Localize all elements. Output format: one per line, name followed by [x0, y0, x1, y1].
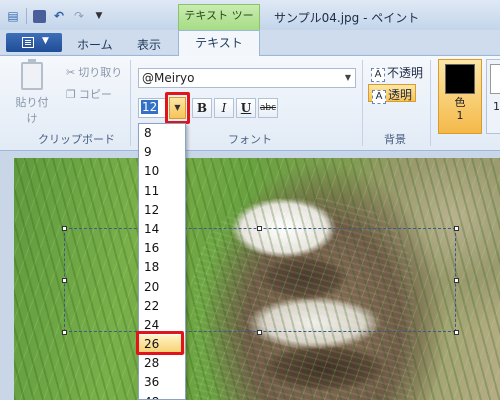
copy-label: コピー: [78, 88, 112, 101]
strikethrough-button[interactable]: abc: [258, 98, 278, 118]
font-size-option[interactable]: 9: [139, 143, 185, 162]
color-2-swatch: [490, 64, 500, 94]
font-size-option[interactable]: 12: [139, 201, 185, 220]
background-group-label: 背景: [384, 133, 406, 146]
clipboard-group-label: クリップボード: [38, 133, 115, 146]
window-title: サンプル04.jpg - ペイント: [274, 11, 420, 25]
font-family-select[interactable]: @Meiryo ▼: [138, 68, 356, 88]
opaque-label: 不透明: [387, 66, 424, 80]
transparent-background-button[interactable]: A 透明: [368, 84, 417, 104]
annotation-highlight: [165, 92, 190, 124]
chevron-down-icon: ▼: [344, 73, 351, 82]
paint-app-icon[interactable]: ▤: [6, 9, 20, 23]
chevron-down-icon: ▼: [42, 36, 49, 46]
italic-button[interactable]: I: [214, 98, 234, 118]
resize-handle[interactable]: [454, 278, 459, 283]
copy-icon: ❐: [66, 88, 76, 101]
transparent-text-icon: A: [372, 90, 386, 104]
resize-handle[interactable]: [257, 226, 262, 231]
group-separator: [362, 60, 363, 146]
scissors-icon: ✂: [66, 66, 76, 79]
font-size-dropdown-list[interactable]: 8910111214161820222426283648: [138, 123, 186, 400]
text-tools-context-header: テキスト ツール: [178, 4, 260, 44]
font-size-option[interactable]: 18: [139, 258, 185, 277]
clipboard-icon: [21, 59, 43, 90]
font-family-value: @Meiryo: [142, 71, 195, 85]
title-bar: ▤ ↶ ↷ ▼ テキスト ツール サンプル04.jpg - ペイント: [0, 0, 500, 44]
cut-button[interactable]: ✂ 切り取り: [66, 64, 122, 80]
cut-label: 切り取り: [78, 66, 123, 79]
paste-label: 貼り付け: [15, 96, 49, 125]
copy-button[interactable]: ❐ コピー: [66, 86, 112, 102]
undo-icon[interactable]: ↶: [52, 9, 66, 23]
paint-menu-button[interactable]: ▼: [6, 33, 62, 52]
resize-handle[interactable]: [62, 226, 67, 231]
color-2-button[interactable]: 1: [486, 59, 500, 134]
customize-quick-access-icon[interactable]: ▼: [92, 9, 106, 23]
redo-icon[interactable]: ↷: [72, 9, 86, 23]
group-separator: [430, 60, 431, 146]
resize-handle[interactable]: [454, 330, 459, 335]
font-size-input[interactable]: 12: [138, 98, 166, 118]
tab-text[interactable]: テキスト: [178, 30, 260, 56]
font-size-option[interactable]: 28: [139, 354, 185, 373]
color-1-label: 色: [454, 96, 466, 109]
menu-icon: [22, 37, 34, 48]
font-size-option[interactable]: 48: [139, 393, 185, 399]
font-group-label: フォント: [228, 133, 272, 146]
resize-handle[interactable]: [62, 278, 67, 283]
resize-handle[interactable]: [454, 226, 459, 231]
font-size-option[interactable]: 20: [139, 278, 185, 297]
font-size-option[interactable]: 14: [139, 220, 185, 239]
annotation-highlight: [136, 331, 184, 355]
opaque-background-button[interactable]: A 不透明: [368, 63, 426, 82]
text-box-selection[interactable]: [64, 228, 456, 332]
font-size-option[interactable]: 16: [139, 239, 185, 258]
underline-button[interactable]: U: [236, 98, 256, 118]
color-1-swatch: [445, 64, 475, 94]
transparent-label: 透明: [388, 88, 413, 102]
opaque-text-icon: A: [371, 68, 385, 82]
font-size-option[interactable]: 36: [139, 373, 185, 392]
toolbar-divider: [26, 8, 27, 24]
tab-view[interactable]: 表示: [137, 36, 161, 53]
quick-access-toolbar: ▤ ↶ ↷ ▼: [6, 8, 106, 24]
paste-button[interactable]: 貼り付け: [12, 59, 52, 126]
resize-handle[interactable]: [257, 330, 262, 335]
font-size-option[interactable]: 8: [139, 124, 185, 143]
font-size-option[interactable]: 11: [139, 182, 185, 201]
bold-button[interactable]: B: [192, 98, 212, 118]
color-1-button[interactable]: 色 1: [438, 59, 482, 134]
font-size-value: 12: [141, 100, 159, 114]
color-2-number: 1: [493, 100, 500, 113]
group-separator: [130, 60, 131, 146]
color-1-number: 1: [456, 109, 464, 122]
tab-home[interactable]: ホーム: [77, 36, 113, 53]
save-icon[interactable]: [33, 9, 46, 23]
font-size-option[interactable]: 10: [139, 162, 185, 181]
font-size-option[interactable]: 22: [139, 297, 185, 316]
resize-handle[interactable]: [62, 330, 67, 335]
ribbon-panel: 貼り付け ✂ 切り取り ❐ コピー クリップボード @Meiryo ▼ 12 ▼ B…: [0, 55, 500, 151]
